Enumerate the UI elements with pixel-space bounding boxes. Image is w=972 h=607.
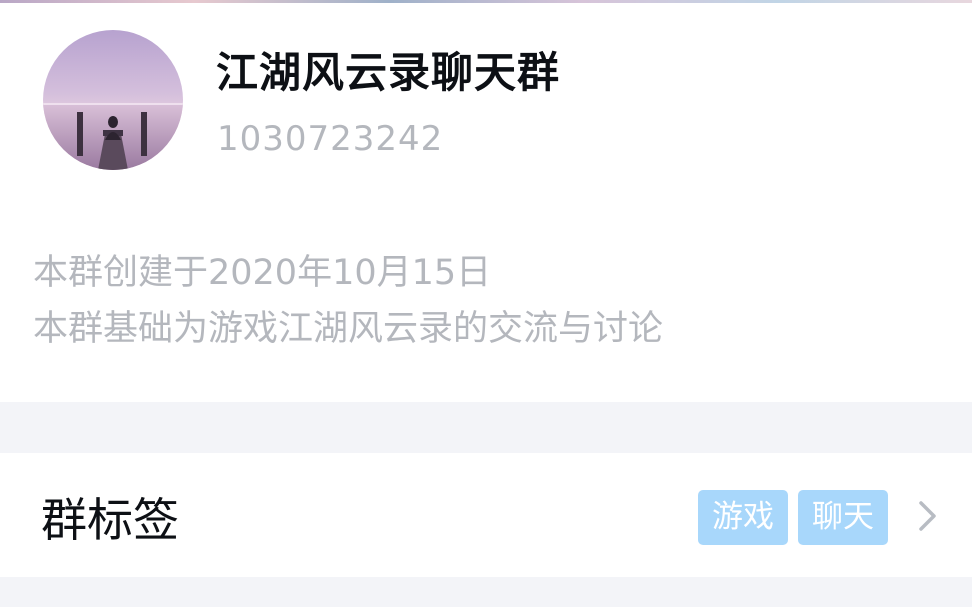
group-info-card: 江湖风云录聊天群 1030723242 本群创建于2020年10月15日 本群基… bbox=[0, 3, 972, 402]
group-description: 本群创建于2020年10月15日 本群基础为游戏江湖风云录的交流与讨论 bbox=[33, 245, 663, 357]
description-line: 本群基础为游戏江湖风云录的交流与讨论 bbox=[33, 309, 664, 349]
tag-list: 游戏 聊天 bbox=[698, 490, 888, 545]
group-id: 1030723242 bbox=[217, 119, 444, 159]
chevron-right-icon[interactable] bbox=[912, 499, 942, 533]
description-line: 本群创建于2020年10月15日 bbox=[33, 253, 492, 293]
group-tags-row[interactable]: 群标签 游戏 聊天 bbox=[0, 453, 972, 577]
lake-photo-icon bbox=[43, 30, 183, 170]
tag-badge: 游戏 bbox=[698, 490, 788, 545]
group-avatar[interactable] bbox=[43, 30, 183, 170]
group-tags-label: 群标签 bbox=[41, 493, 179, 547]
tag-badge: 聊天 bbox=[798, 490, 888, 545]
group-name: 江湖风云录聊天群 bbox=[216, 48, 561, 97]
